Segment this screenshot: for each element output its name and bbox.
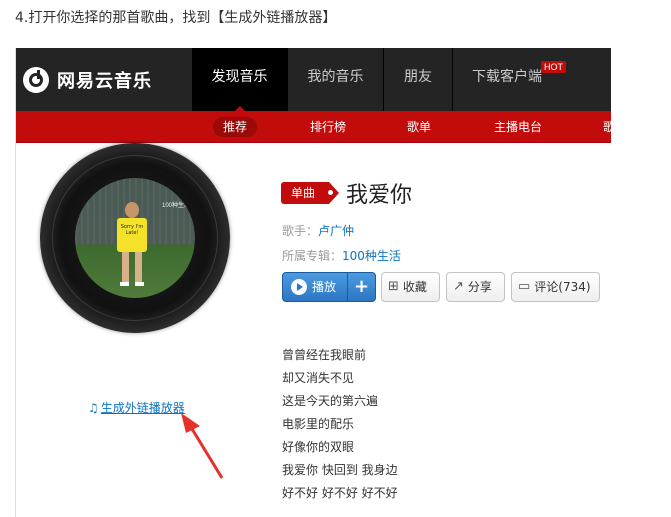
sub-navbar: 推荐 排行榜 歌单 主播电台 歌 [16,111,611,143]
cover-person [125,202,139,218]
comment-button[interactable]: ▭ 评论(734) [511,272,600,302]
album-row: 所属专辑：100种生活 [282,247,401,264]
logo-text: 网易云音乐 [57,70,152,92]
subnav-radio[interactable]: 主播电台 [494,111,542,143]
subnav-charts[interactable]: 排行榜 [310,111,346,143]
play-button[interactable]: 播放 [283,273,348,301]
netease-logo-icon [23,66,49,93]
lyric-line: 这是今天的第六遍 [282,394,379,408]
cover-legs [122,252,142,282]
nav-discover-music[interactable]: 发现音乐 [192,48,287,112]
lyric-line: 电影里的配乐 [282,417,355,431]
lyric-line: 曾曾经在我眼前 [282,348,367,362]
subnav-recommend[interactable]: 推荐 [213,117,258,137]
singer-row: 歌手：卢广仲 [282,222,354,239]
album-cover: 100种生活 Sorry I'm Late! [75,178,195,298]
singer-link[interactable]: 卢广仲 [318,224,354,238]
collect-button[interactable]: ⊞ 收藏 [381,272,440,302]
single-badge-label: 单曲 [291,186,316,200]
album-label: 所属专辑： [282,249,343,263]
music-note-icon: ♫ [88,401,99,415]
hot-badge: HOT [541,61,566,73]
nav-friends[interactable]: 朋友 [384,48,452,111]
single-badge: 单曲 [281,182,340,204]
collect-label: 收藏 [402,280,427,294]
cover-shirt: Sorry I'm Late! [117,218,147,252]
share-icon: ↗ [453,279,464,294]
cover-tag: 100种生活 [162,203,191,209]
site-logo[interactable]: 网易云音乐 [16,48,192,111]
nav-download-client[interactable]: 下载客户端 [453,48,561,111]
lyric-line: 我爱你 快回到 我身边 [282,463,398,477]
external-link-label: 生成外链播放器 [100,401,185,415]
instruction-text: 4.打开你选择的那首歌曲，找到【生成外链播放器】 [15,10,337,26]
top-navbar: 网易云音乐 发现音乐 我的音乐 朋友 下载客户端 HOT [16,48,611,112]
generate-external-player-link[interactable]: ♫ 生成外链播放器 [88,399,185,416]
lyric-line: 好像你的双眼 [282,440,355,454]
play-button-group: 播放 + [282,272,376,302]
add-to-playlist-button[interactable]: + [348,273,375,301]
cover-shirt-text: Sorry I'm Late! [120,224,144,236]
play-label: 播放 [312,280,337,294]
singer-label: 歌手： [282,224,319,238]
share-button[interactable]: ↗ 分享 [446,272,505,302]
comment-label: 评论(734) [534,280,591,294]
album-disc: 100种生活 Sorry I'm Late! [40,143,230,333]
subnav-singers[interactable]: 歌 [603,111,611,143]
badge-dot [328,190,334,195]
share-label: 分享 [467,280,492,294]
lyric-line: 好不好 好不好 好不好 [282,486,398,500]
lyric-line: 却又消失不见 [282,371,355,385]
collect-icon: ⊞ [388,279,399,294]
play-icon [291,279,307,295]
album-link[interactable]: 100种生活 [342,249,401,263]
subnav-playlists[interactable]: 歌单 [407,111,431,143]
comment-icon: ▭ [518,279,531,294]
cover-shoes [120,282,144,286]
nav-my-music[interactable]: 我的音乐 [288,48,383,111]
song-title: 我爱你 [346,183,413,208]
